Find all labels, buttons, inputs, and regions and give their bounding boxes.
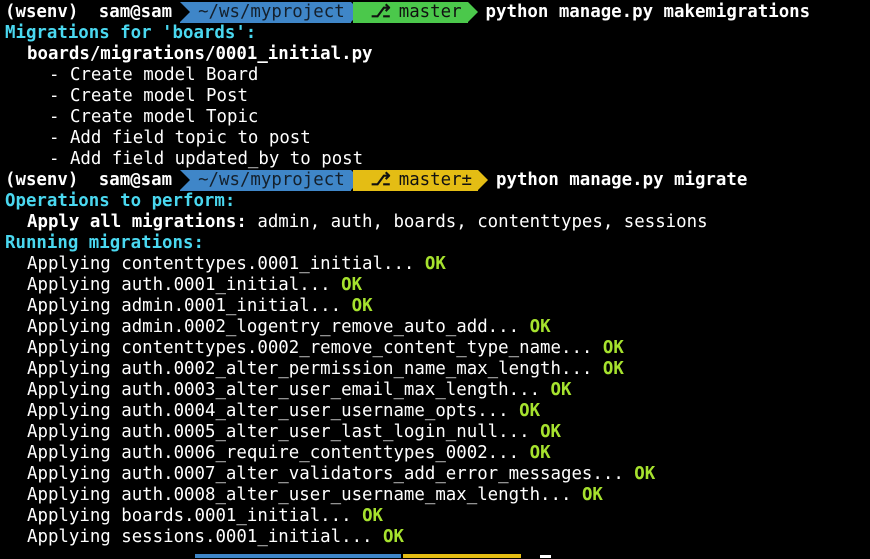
applying-migration-row: Applying contenttypes.0002_remove_conten… bbox=[5, 338, 870, 359]
applying-prefix: Applying bbox=[27, 254, 122, 274]
prompt-line-makemigrations: (wsenv) sam@sam ~/ws/myproject ⎇ master pyth… bbox=[5, 2, 870, 23]
migration-name: auth.0003_alter_user_email_max_length... bbox=[121, 380, 541, 400]
ok-status: OK bbox=[602, 338, 624, 358]
migration-name: contenttypes.0001_initial... bbox=[121, 254, 415, 274]
applying-prefix: Applying bbox=[27, 296, 122, 316]
terminal-window[interactable]: (wsenv) sam@sam ~/ws/myproject ⎇ master pyth… bbox=[0, 0, 870, 558]
prompt-line-migrate: (wsenv) sam@sam ~/ws/myproject ⎇ master± pyt… bbox=[5, 170, 870, 191]
migration-name: auth.0007_alter_validators_add_error_mes… bbox=[121, 464, 624, 484]
git-branch-label: master bbox=[398, 2, 462, 22]
applying-prefix: Applying bbox=[27, 464, 122, 484]
text-cursor bbox=[540, 555, 551, 558]
applying-prefix: Applying bbox=[27, 275, 122, 295]
ok-status: OK bbox=[540, 422, 562, 442]
applying-prefix: Applying bbox=[27, 359, 122, 379]
applying-migration-row: Applying auth.0003_alter_user_email_max_… bbox=[5, 380, 870, 401]
ok-status: OK bbox=[362, 506, 384, 526]
command-text: python manage.py makemigrations bbox=[485, 2, 811, 22]
migration-name: admin.0002_logentry_remove_auto_add... bbox=[121, 317, 520, 337]
apply-apps-list: admin, auth, boards, contenttypes, sessi… bbox=[246, 212, 708, 232]
applying-prefix: Applying bbox=[27, 485, 122, 505]
applying-migration-row: Applying sessions.0001_initial... OK bbox=[5, 527, 870, 548]
directory-segment-partial bbox=[195, 554, 401, 558]
git-branch-segment-partial bbox=[403, 554, 521, 558]
applying-migration-row: Applying contenttypes.0001_initial... OK bbox=[5, 254, 870, 275]
applying-migrations-list: Applying contenttypes.0001_initial... OK… bbox=[5, 254, 870, 548]
git-branch-segment: ⎇ master± bbox=[352, 170, 489, 191]
migration-step: - Create model Board bbox=[49, 65, 259, 85]
applying-migration-row: Applying auth.0005_alter_user_last_login… bbox=[5, 422, 870, 443]
migration-name: auth.0002_alter_permission_name_max_leng… bbox=[121, 359, 593, 379]
applying-prefix: Applying bbox=[27, 401, 122, 421]
virtualenv-label: (wsenv) bbox=[5, 2, 79, 22]
applying-prefix: Applying bbox=[27, 506, 122, 526]
migration-file-path: boards/migrations/0001_initial.py bbox=[27, 44, 373, 64]
ok-status: OK bbox=[550, 380, 572, 400]
command-text: python manage.py migrate bbox=[496, 170, 748, 190]
migration-name: auth.0004_alter_user_username_opts... bbox=[121, 401, 509, 421]
operations-header: Operations to perform: bbox=[5, 191, 236, 211]
git-branch-icon: ⎇ bbox=[370, 170, 391, 190]
running-migrations-header: Running migrations: bbox=[5, 233, 204, 253]
applying-migration-row: Applying auth.0001_initial... OK bbox=[5, 275, 870, 296]
virtualenv-label: (wsenv) bbox=[5, 170, 79, 190]
ok-status: OK bbox=[341, 275, 363, 295]
applying-migration-row: Applying auth.0008_alter_user_username_m… bbox=[5, 485, 870, 506]
applying-migration-row: Applying auth.0006_require_contenttypes_… bbox=[5, 443, 870, 464]
migration-step: - Add field updated_by to post bbox=[49, 149, 364, 169]
applying-migration-row: Applying auth.0002_alter_permission_name… bbox=[5, 359, 870, 380]
user-host-label: sam@sam bbox=[98, 2, 173, 22]
ok-status: OK bbox=[602, 359, 624, 379]
applying-migration-row: Applying admin.0002_logentry_remove_auto… bbox=[5, 317, 870, 338]
applying-migration-row: Applying admin.0001_initial... OK bbox=[5, 296, 870, 317]
migration-name: auth.0006_require_contenttypes_0002... bbox=[121, 443, 520, 463]
git-branch-segment: ⎇ master bbox=[352, 2, 478, 23]
applying-migration-row: Applying auth.0004_alter_user_username_o… bbox=[5, 401, 870, 422]
ok-status: OK bbox=[351, 296, 373, 316]
ok-status: OK bbox=[529, 317, 551, 337]
applying-prefix: Applying bbox=[27, 338, 122, 358]
apply-migrations-line: Apply all migrations: admin, auth, board… bbox=[5, 212, 870, 233]
ok-status: OK bbox=[634, 464, 656, 484]
applying-prefix: Applying bbox=[27, 422, 122, 442]
applying-prefix: Applying bbox=[27, 380, 122, 400]
git-branch-label: master± bbox=[398, 170, 473, 190]
migration-name: boards.0001_initial... bbox=[121, 506, 352, 526]
ok-status: OK bbox=[383, 527, 404, 547]
applying-migration-row: Applying auth.0007_alter_validators_add_… bbox=[5, 464, 870, 485]
directory-segment: ~/ws/myproject bbox=[180, 2, 361, 23]
migration-name: sessions.0001_initial... bbox=[121, 527, 373, 547]
applying-prefix: Applying bbox=[27, 527, 122, 547]
applying-prefix: Applying bbox=[27, 443, 122, 463]
ok-status: OK bbox=[529, 443, 551, 463]
apply-label: Apply all migrations: bbox=[27, 212, 247, 232]
user-host-label: sam@sam bbox=[98, 170, 173, 190]
git-branch-icon: ⎇ bbox=[370, 2, 391, 22]
ok-status: OK bbox=[519, 401, 541, 421]
migration-name: admin.0001_initial... bbox=[121, 296, 342, 316]
migration-step: - Create model Post bbox=[49, 86, 248, 106]
ok-status: OK bbox=[581, 485, 603, 505]
migration-steps-list: - Create model Board - Create model Post… bbox=[5, 65, 870, 170]
migration-step: - Create model Topic bbox=[49, 107, 259, 127]
directory-segment: ~/ws/myproject bbox=[180, 170, 361, 191]
applying-migration-row: Applying boards.0001_initial... OK bbox=[5, 506, 870, 527]
migration-name: auth.0008_alter_user_username_max_length… bbox=[121, 485, 572, 505]
migrations-header: Migrations for 'boards': bbox=[5, 23, 257, 43]
migration-name: contenttypes.0002_remove_content_type_na… bbox=[121, 338, 593, 358]
applying-prefix: Applying bbox=[27, 317, 122, 337]
migration-step: - Add field topic to post bbox=[49, 128, 311, 148]
migration-name: auth.0005_alter_user_last_login_null... bbox=[121, 422, 530, 442]
migration-name: auth.0001_initial... bbox=[121, 275, 331, 295]
ok-status: OK bbox=[424, 254, 446, 274]
